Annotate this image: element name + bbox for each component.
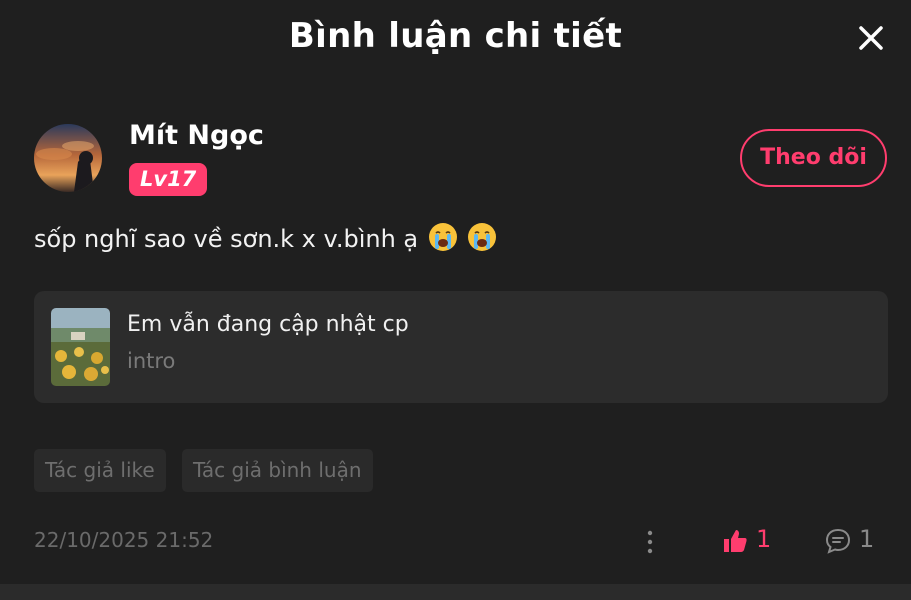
like-count: 1 — [756, 525, 772, 553]
book-chapter: intro — [127, 349, 176, 373]
reply-count: 1 — [859, 525, 875, 553]
level-badge: Lv17 — [129, 163, 208, 196]
tag-author-commented: Tác giả bình luận — [182, 449, 373, 492]
book-cover-thumbnail — [51, 308, 110, 386]
comment-bubble-icon — [825, 528, 851, 554]
dialog-header: Bình luận chi tiết — [0, 0, 911, 78]
comment-text-row: sốp nghĩ sao về sơn.k x v.bình ạ — [34, 222, 497, 258]
avatar[interactable] — [34, 124, 102, 192]
bottom-divider — [0, 584, 911, 600]
follow-button[interactable]: Theo dõi — [740, 129, 887, 187]
comment-timestamp: 22/10/2025 21:52 — [34, 528, 214, 552]
book-title: Em vẫn đang cập nhật cp — [127, 312, 409, 337]
comment-text: sốp nghĩ sao về sơn.k x v.bình ạ — [34, 225, 419, 253]
book-card[interactable]: Em vẫn đang cập nhật cp intro — [34, 291, 888, 403]
crying-face-emoji-icon — [428, 222, 458, 258]
close-icon[interactable] — [857, 24, 885, 52]
more-options-icon[interactable] — [640, 529, 660, 555]
page-title: Bình luận chi tiết — [288, 16, 623, 56]
crying-face-emoji-icon — [467, 222, 497, 258]
tag-author-liked: Tác giả like — [34, 449, 166, 492]
author-name[interactable]: Mít Ngọc — [129, 120, 264, 151]
thumbs-up-icon — [724, 530, 747, 552]
